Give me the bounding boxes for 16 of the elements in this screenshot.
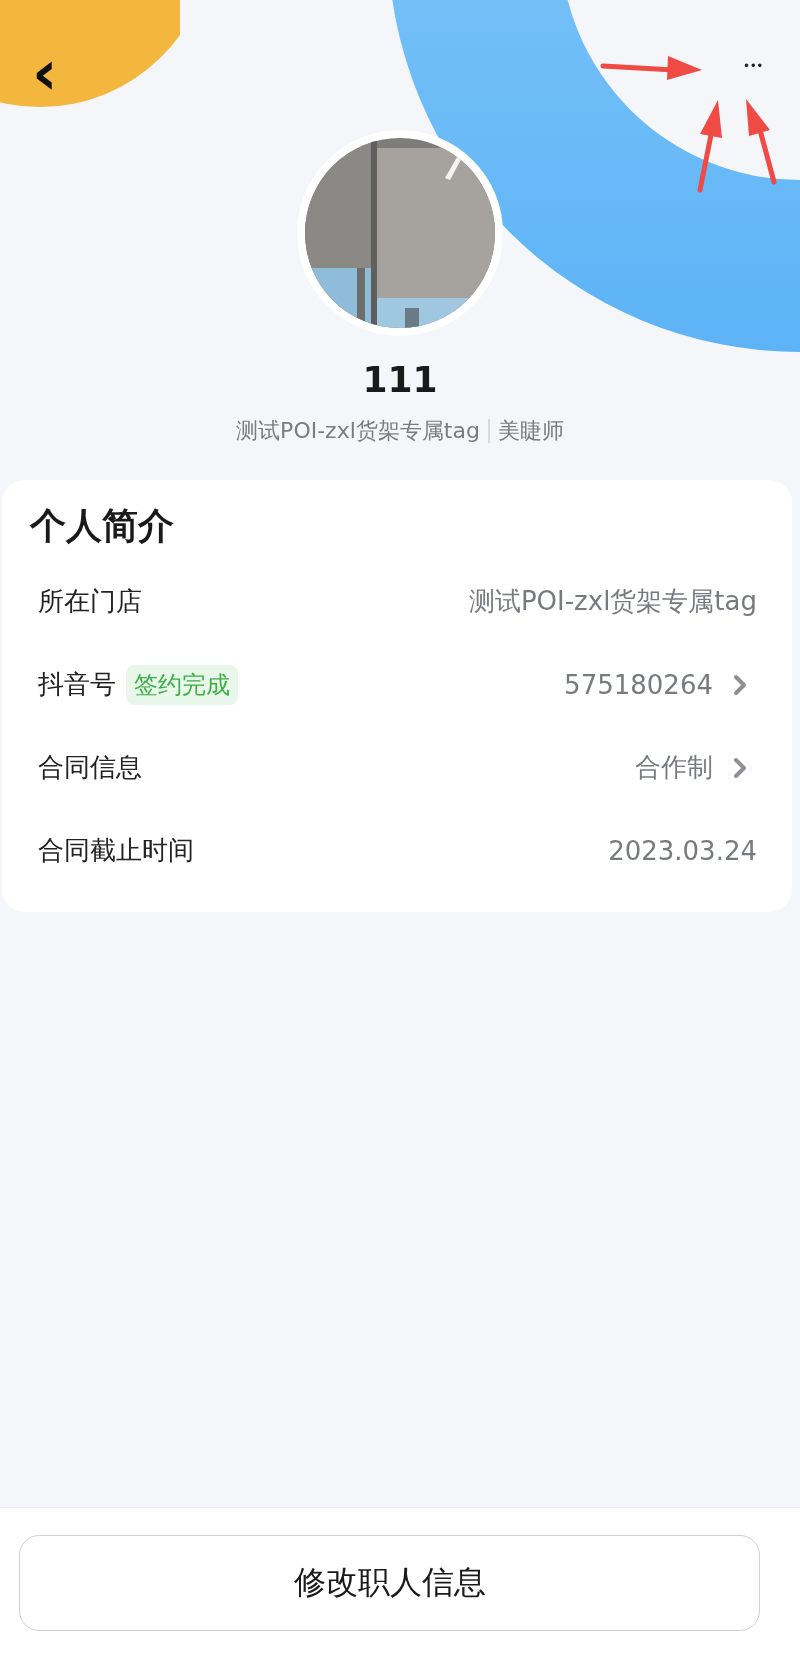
row-label: 合同截止时间	[38, 834, 194, 867]
back-button[interactable]: ‹	[26, 42, 64, 104]
store-name: 测试POI-zxl货架专属tag	[236, 417, 480, 445]
role-label: 美睫师	[497, 417, 564, 445]
profile-name: 111	[362, 358, 438, 402]
row-value: 575180264	[564, 669, 713, 700]
row-value: 合作制	[635, 751, 713, 784]
row-label: 合同信息	[38, 751, 142, 784]
edit-info-button[interactable]: 修改职人信息	[19, 1535, 760, 1631]
row-label: 所在门店	[38, 585, 142, 618]
status-badge: 签约完成	[126, 664, 238, 705]
more-button[interactable]: •••	[744, 56, 764, 76]
row-value: 2023.03.24	[608, 835, 757, 866]
section-title: 个人简介	[28, 504, 175, 548]
row-value: 测试POI-zxl货架专属tag	[468, 585, 757, 618]
row-label: 抖音号	[38, 668, 116, 701]
